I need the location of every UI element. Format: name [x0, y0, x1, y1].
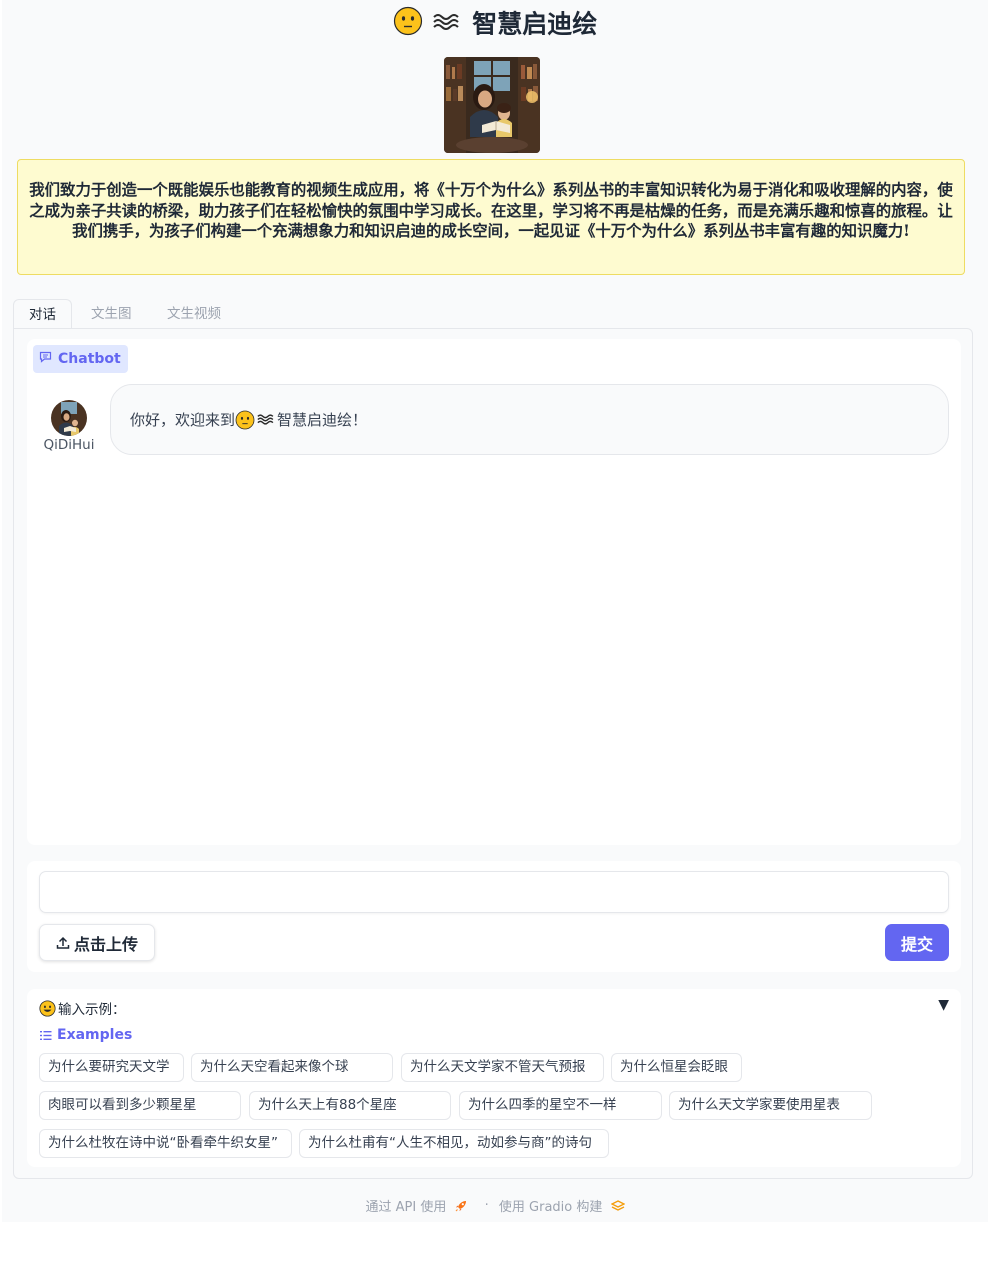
rocket-icon [454, 1199, 468, 1213]
tab-chat[interactable]: 对话 [13, 299, 72, 330]
footer: 通过 API 使用 · 使用 Gradio 构建 [2, 1196, 988, 1215]
tab-text-to-image[interactable]: 文生图 [76, 299, 147, 329]
upload-icon [56, 936, 70, 950]
title-text: 智慧启迪绘 [472, 9, 598, 39]
chatbot-panel: Chatbot QiDiHui 你好，欢迎来到 智慧启迪绘！ [27, 339, 961, 845]
upload-button[interactable]: 点击上传 [39, 924, 155, 961]
bot-message-bubble: 你好，欢迎来到 智慧启迪绘！ [110, 384, 949, 455]
page-title: 智慧启迪绘 [2, 6, 988, 45]
examples-label: Examples [40, 1027, 132, 1043]
example-button[interactable]: 为什么天文学家不管天气预报 [401, 1053, 604, 1082]
gradio-link[interactable]: 使用 Gradio 构建 [499, 1200, 602, 1215]
intro-description: 我们致力于创造一个既能娱乐也能教育的视频生成应用，将《十万个为什么》系列丛书的丰… [17, 159, 965, 275]
caret-down-icon[interactable]: ▼ [938, 997, 949, 1013]
example-button[interactable]: 为什么要研究天文学 [39, 1053, 184, 1082]
app-container: 智慧启迪绘 我们致力于创造一个既能娱乐也能教育的视频生成应用，将《十万个为什么》… [2, 0, 988, 1222]
bot-name: QiDiHui [43, 437, 95, 453]
footer-separator: · [484, 1198, 489, 1213]
chatbot-label-text: Chatbot [58, 351, 121, 367]
greeting-suffix: 智慧启迪绘！ [277, 411, 368, 429]
tab-text-to-video[interactable]: 文生视频 [152, 299, 236, 329]
example-button[interactable]: 为什么天文学家要使用星表 [669, 1091, 872, 1120]
hushed-face-emoji-icon [393, 6, 423, 45]
example-button[interactable]: 为什么杜甫有“人生不相见，动如参与商”的诗句 [299, 1129, 609, 1158]
examples-header-text: 输入示例： [58, 1002, 126, 1018]
examples-panel: 输入示例： ▼ Examples 为什么要研究天文学 为什么天空看起来像个球 为… [27, 989, 961, 1167]
chat-bubble-icon [39, 345, 52, 373]
upload-label: 点击上传 [73, 934, 138, 954]
hero-image [444, 57, 540, 153]
api-link[interactable]: 通过 API 使用 [365, 1200, 446, 1215]
example-button[interactable]: 为什么天上有88个星座 [249, 1091, 451, 1120]
example-button[interactable]: 为什么天空看起来像个球 [191, 1053, 393, 1082]
gradio-logo-icon [610, 1199, 625, 1212]
chatbot-label: Chatbot [33, 345, 128, 373]
greeting-prefix: 你好，欢迎来到 [130, 411, 236, 429]
examples-label-text: Examples [57, 1027, 133, 1043]
grinning-face-emoji-icon [39, 999, 56, 1017]
water-wave-icon [256, 412, 276, 427]
message-input[interactable] [39, 871, 949, 913]
example-button[interactable]: 为什么恒星会眨眼 [611, 1053, 742, 1082]
water-wave-icon [431, 9, 463, 43]
input-panel: 点击上传 提交 [27, 861, 961, 972]
example-button[interactable]: 肉眼可以看到多少颗星星 [39, 1091, 241, 1120]
bot-avatar [51, 400, 87, 436]
example-button[interactable]: 为什么杜牧在诗中说“卧看牵牛织女星” [39, 1129, 292, 1158]
example-button[interactable]: 为什么四季的星空不一样 [459, 1091, 662, 1120]
hushed-face-emoji-icon [235, 410, 255, 430]
submit-button[interactable]: 提交 [885, 924, 949, 961]
list-icon [40, 1030, 52, 1041]
examples-accordion-header[interactable]: 输入示例： [39, 998, 126, 1018]
